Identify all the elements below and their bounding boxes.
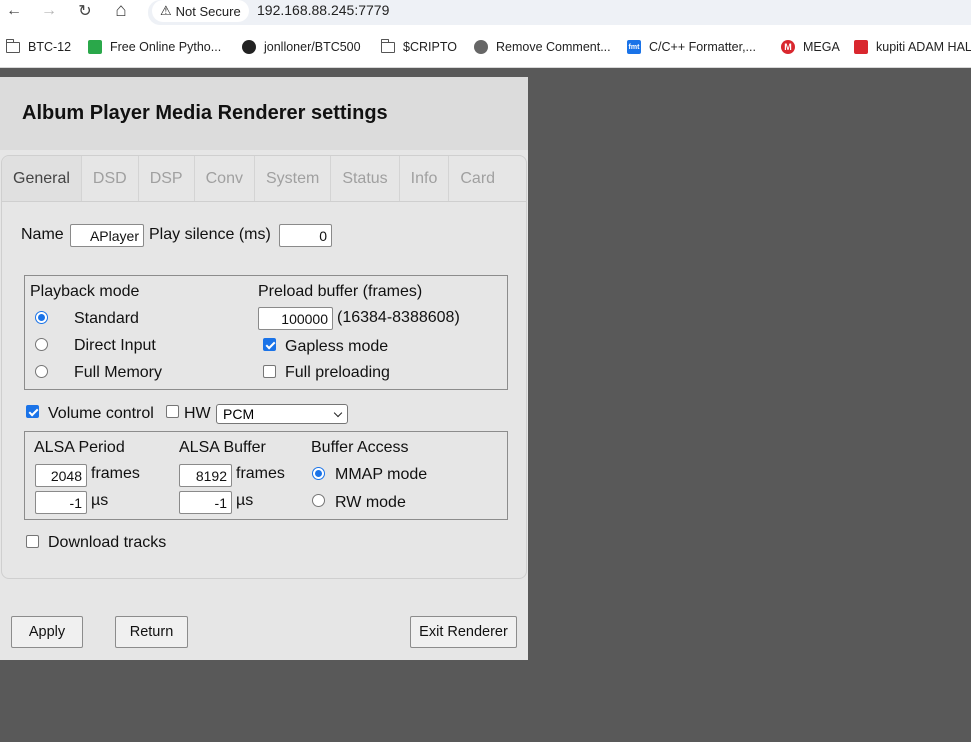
security-chip[interactable]: ⚠ Not Secure <box>152 0 249 22</box>
tab-dsp[interactable]: DSP <box>139 156 195 201</box>
tab-bar: General DSD DSP Conv System Status Info … <box>2 156 526 202</box>
rw-mode-label: RW mode <box>335 494 406 511</box>
bookmark-label: C/C++ Formatter,... <box>649 40 756 54</box>
bookmark-label: Free Online Pytho... <box>110 40 222 54</box>
play-silence-input[interactable] <box>279 224 332 247</box>
radio-direct-input[interactable] <box>35 338 48 351</box>
full-memory-label: Full Memory <box>74 364 163 381</box>
bookmark-btc12[interactable]: BTC-12 <box>5 38 72 56</box>
preload-buffer-input[interactable] <box>258 307 333 330</box>
mega-icon: M <box>781 40 795 54</box>
preload-range-hint: (16384-8388608) <box>337 309 460 326</box>
alsa-buffer-us-input[interactable] <box>179 491 232 514</box>
page-title: Album Player Media Renderer settings <box>22 102 388 124</box>
bookmark-label: $CRIPTO <box>403 40 457 54</box>
alsa-period-us-input[interactable] <box>35 491 87 514</box>
globe-icon <box>474 40 488 54</box>
tab-card[interactable]: Card <box>449 156 506 201</box>
bookmark-label: jonlloner/BTC500 <box>264 40 361 54</box>
playback-mode-title: Playback mode <box>30 283 140 300</box>
settings-panel: Album Player Media Renderer settings Gen… <box>0 77 528 660</box>
buffer-us-unit: µs <box>236 492 254 509</box>
bookmark-mega[interactable]: M MEGA <box>781 38 840 56</box>
exit-renderer-button[interactable]: Exit Renderer <box>410 616 517 648</box>
warning-triangle-icon: ⚠ <box>160 3 172 18</box>
reload-button[interactable]: ↻ <box>74 0 96 22</box>
tab-general[interactable]: General <box>2 156 82 201</box>
chevron-down-icon <box>333 408 343 418</box>
browser-chrome: ← → ↻ ⌂ ⚠ Not Secure 192.168.88.245:7779… <box>0 0 971 68</box>
url-text[interactable]: 192.168.88.245:7779 <box>257 2 389 18</box>
download-tracks-label: Download tracks <box>48 534 167 551</box>
download-tracks-checkbox[interactable] <box>26 535 39 548</box>
alsa-buffer-title: ALSA Buffer <box>179 439 266 456</box>
github-icon <box>242 40 256 54</box>
gapless-checkbox[interactable] <box>263 338 276 351</box>
name-input[interactable] <box>70 224 144 247</box>
bookmark-label: MEGA <box>803 40 840 54</box>
radio-full-memory[interactable] <box>35 365 48 378</box>
forward-button[interactable]: → <box>38 0 60 22</box>
full-preloading-label: Full preloading <box>285 364 390 381</box>
period-frames-unit: frames <box>91 465 140 482</box>
return-button[interactable]: Return <box>115 616 188 648</box>
volume-format-value: PCM <box>223 406 255 422</box>
alsa-buffer-frames-input[interactable] <box>179 464 232 487</box>
apply-button[interactable]: Apply <box>11 616 83 648</box>
bookmark-cpp-formatter[interactable]: fmt C/C++ Formatter,... <box>627 38 756 56</box>
bookmark-remove-comment[interactable]: Remove Comment... <box>474 38 611 56</box>
bookmark-cripto[interactable]: $CRIPTO <box>380 38 457 56</box>
folder-icon <box>380 38 395 53</box>
full-preloading-checkbox[interactable] <box>263 365 276 378</box>
direct-input-label: Direct Input <box>74 337 156 354</box>
radio-rw-mode[interactable] <box>312 494 325 507</box>
tab-info[interactable]: Info <box>400 156 450 201</box>
favicon-icon <box>88 40 102 54</box>
preload-buffer-title: Preload buffer (frames) <box>258 283 423 300</box>
home-icon: ⌂ <box>115 0 127 21</box>
bookmark-label: BTC-12 <box>28 40 72 54</box>
tab-status[interactable]: Status <box>331 156 400 201</box>
gapless-label: Gapless mode <box>285 338 389 355</box>
mmap-mode-label: MMAP mode <box>335 466 428 483</box>
alsa-period-title: ALSA Period <box>34 439 125 456</box>
back-arrow-icon: ← <box>6 2 22 19</box>
tab-system[interactable]: System <box>255 156 332 201</box>
back-button[interactable]: ← <box>3 0 25 22</box>
reload-icon: ↻ <box>78 3 92 20</box>
radio-mmap-mode[interactable] <box>312 467 325 480</box>
play-silence-label: Play silence (ms) <box>149 226 271 243</box>
hw-label: HW <box>184 405 211 422</box>
bookmark-label: Remove Comment... <box>496 40 611 54</box>
bookmarks-bar: BTC-12 Free Online Pytho... jonlloner/BT… <box>0 34 971 60</box>
bookmark-kupiti-adam[interactable]: kupiti ADAM HAL <box>854 38 971 56</box>
buffer-frames-unit: frames <box>236 465 285 482</box>
volume-control-label: Volume control <box>48 405 154 422</box>
home-button[interactable]: ⌂ <box>110 0 132 22</box>
volume-format-select[interactable]: PCM <box>216 404 348 424</box>
bookmark-github-btc500[interactable]: jonlloner/BTC500 <box>242 38 361 56</box>
volume-control-checkbox[interactable] <box>26 405 39 418</box>
buffer-access-title: Buffer Access <box>311 439 409 456</box>
name-label: Name <box>21 226 64 243</box>
folder-icon <box>5 38 20 53</box>
period-us-unit: µs <box>91 492 109 509</box>
tab-conv[interactable]: Conv <box>195 156 255 201</box>
standard-label: Standard <box>74 310 139 327</box>
radio-standard[interactable] <box>35 311 48 324</box>
favicon-icon <box>854 40 868 54</box>
hw-checkbox[interactable] <box>166 405 179 418</box>
tab-dsd[interactable]: DSD <box>82 156 139 201</box>
bookmark-label: kupiti ADAM HAL <box>876 40 971 54</box>
alsa-period-frames-input[interactable] <box>35 464 87 487</box>
forward-arrow-icon: → <box>41 2 57 19</box>
security-label: Not Secure <box>175 3 241 19</box>
bookmark-free-online-python[interactable]: Free Online Pytho... <box>88 38 221 56</box>
fmt-icon: fmt <box>627 40 641 54</box>
